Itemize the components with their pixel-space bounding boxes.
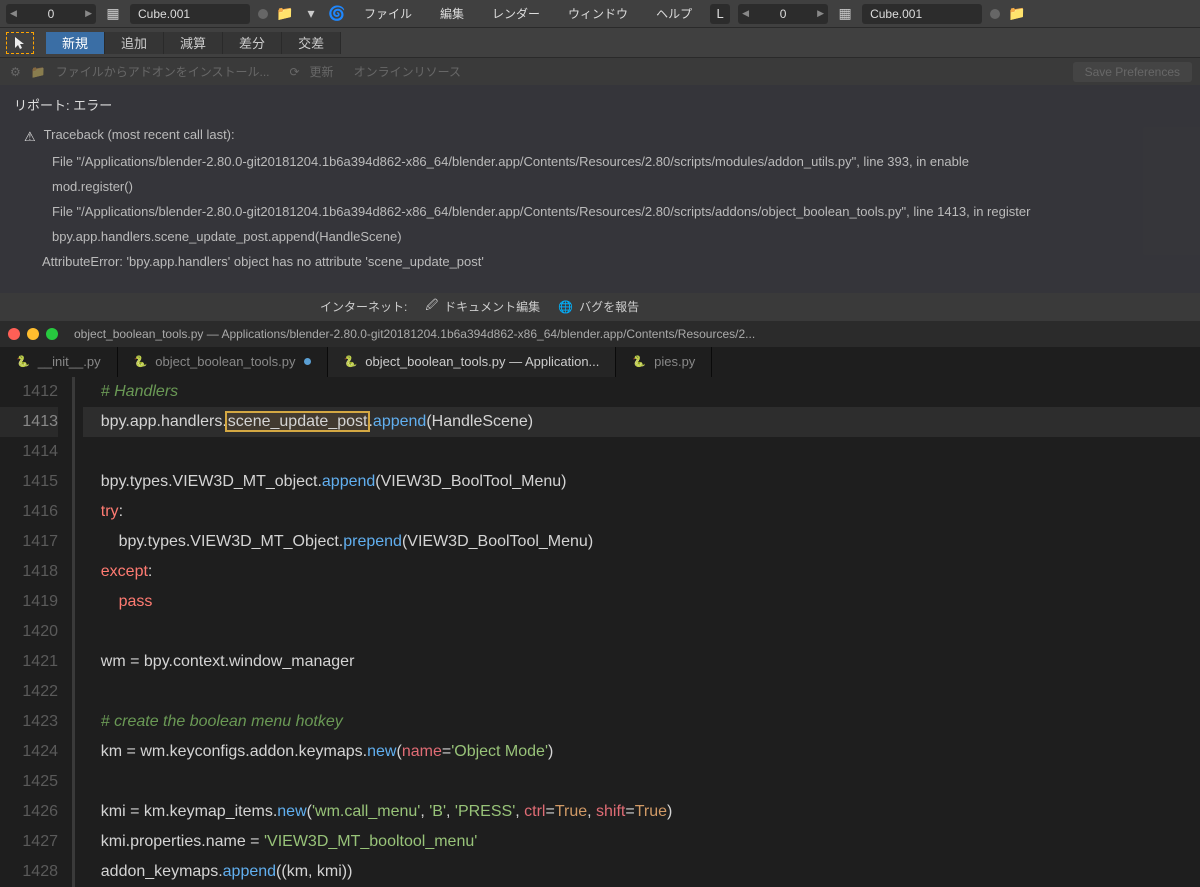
modified-dot-icon [304, 358, 311, 365]
traceback-line: File "/Applications/blender-2.80.0-git20… [52, 201, 1030, 223]
warning-icon: ⚠ [24, 126, 36, 148]
line-gutter: 1412141314141415141614171418141914201421… [0, 377, 72, 887]
cursor-tool[interactable] [6, 32, 34, 54]
traceback-line: File "/Applications/blender-2.80.0-git20… [52, 151, 969, 173]
traceback-line: mod.register() [52, 176, 133, 198]
menu-edit[interactable]: 編集 [430, 5, 474, 22]
bool-intersect[interactable]: 交差 [282, 32, 341, 54]
globe-icon: 🌐 [558, 300, 573, 314]
traceback-line: Traceback (most recent call last): [44, 124, 235, 148]
error-report-panel: リポート: エラー ⚠ Traceback (most recent call l… [0, 85, 1200, 293]
tab-booltools-2[interactable]: 🐍object_boolean_tools.py — Application..… [328, 347, 617, 377]
bool-diff[interactable]: 差分 [223, 32, 282, 54]
code-lines[interactable]: # Handlers bpy.app.handlers.scene_update… [72, 377, 1200, 887]
traceback-line: AttributeError: 'bpy.app.handlers' objec… [42, 251, 484, 273]
gear-icon: ⚙ [10, 65, 21, 79]
addon-links-bar: インターネット: 🖉ドキュメント編集 🌐バグを報告 [0, 293, 1200, 321]
report-title: リポート: エラー [14, 95, 1186, 114]
object-name-field[interactable]: Cube.001 [130, 4, 250, 24]
menu-help[interactable]: ヘルプ [646, 5, 702, 22]
window-traffic-lights [8, 328, 58, 340]
cursor-icon [14, 36, 26, 50]
editor-title: object_boolean_tools.py — Applications/b… [74, 327, 755, 341]
python-icon: 🐍 [16, 355, 30, 368]
record-dot[interactable] [258, 9, 268, 19]
layers-icon-2[interactable]: ▦ [836, 5, 854, 23]
bool-new[interactable]: 新規 [46, 32, 105, 54]
blender-logo-icon: 🌀 [328, 5, 346, 23]
code-area[interactable]: 1412141314141415141614171418141914201421… [0, 377, 1200, 887]
menu-file[interactable]: ファイル [354, 5, 422, 22]
zoom-window-button[interactable] [46, 328, 58, 340]
refresh-button[interactable]: 更新 [310, 63, 334, 80]
bool-sub[interactable]: 減算 [164, 32, 223, 54]
dropdown-icon[interactable]: ▾ [302, 5, 320, 23]
menu-window[interactable]: ウィンドウ [558, 5, 638, 22]
tab-booltools-1[interactable]: 🐍object_boolean_tools.py [118, 347, 328, 377]
python-icon: 🐍 [344, 355, 358, 368]
frame-field-2[interactable]: ◀0▶ [738, 4, 828, 24]
folder-icon-2[interactable]: 📁 [1008, 5, 1026, 23]
close-window-button[interactable] [8, 328, 20, 340]
menu-render[interactable]: レンダー [482, 5, 550, 22]
code-editor-window: object_boolean_tools.py — Applications/b… [0, 321, 1200, 887]
refresh-icon: ⟳ [289, 65, 299, 79]
bool-add[interactable]: 追加 [105, 32, 164, 54]
docs-link[interactable]: 🖉ドキュメント編集 [425, 296, 540, 317]
bug-link[interactable]: 🌐バグを報告 [558, 298, 639, 315]
tab-pies[interactable]: 🐍pies.py [616, 347, 712, 377]
bool-toolbar: 新規 追加 減算 差分 交差 [0, 27, 1200, 57]
traceback-line: bpy.app.handlers.scene_update_post.appen… [52, 226, 402, 248]
install-addon-button[interactable]: ファイルからアドオンをインストール... [56, 63, 270, 80]
online-resources[interactable]: オンラインリソース [354, 63, 461, 80]
layers-icon[interactable]: ▦ [104, 5, 122, 23]
blender-topbar: ◀0▶ ▦ Cube.001 📁 ▾ 🌀 ファイル 編集 レンダー ウィンドウ … [0, 0, 1200, 27]
python-icon: 🐍 [134, 355, 148, 368]
internet-label: インターネット: [320, 298, 407, 315]
doc-icon: 🖉 [425, 296, 438, 317]
tab-init[interactable]: 🐍__init__.py [0, 347, 118, 377]
editor-titlebar: object_boolean_tools.py — Applications/b… [0, 321, 1200, 347]
object-name-field-2[interactable]: Cube.001 [862, 4, 982, 24]
folder-icon: 📁 [31, 65, 46, 79]
record-dot-2[interactable] [990, 9, 1000, 19]
python-icon: 🐍 [632, 355, 646, 368]
save-preferences-button[interactable]: Save Preferences [1073, 62, 1192, 82]
minimize-window-button[interactable] [27, 328, 39, 340]
tab-indicator[interactable]: L [710, 4, 730, 24]
editor-tabs: 🐍__init__.py 🐍object_boolean_tools.py 🐍o… [0, 347, 1200, 377]
addon-bar: ⚙ 📁 ファイルからアドオンをインストール... ⟳ 更新 オンラインリソース … [0, 57, 1200, 85]
folder-icon[interactable]: 📁 [276, 5, 294, 23]
frame-field[interactable]: ◀0▶ [6, 4, 96, 24]
